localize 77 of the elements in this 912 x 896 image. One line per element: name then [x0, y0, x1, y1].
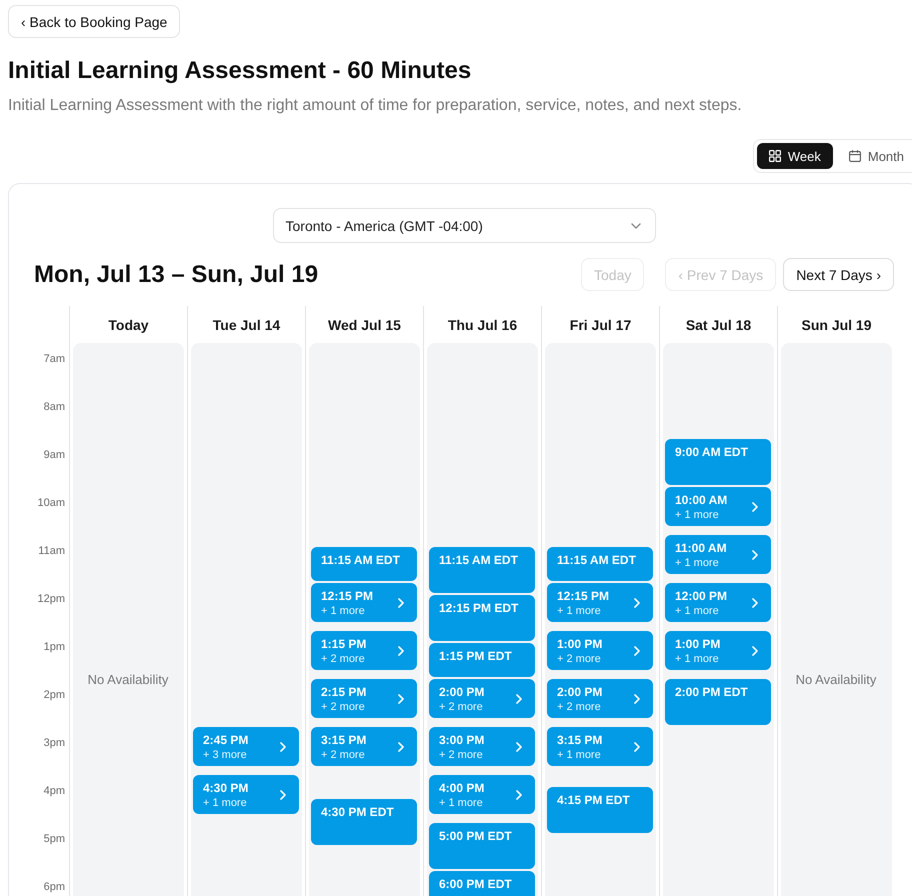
- grid-icon: [768, 150, 781, 162]
- chevron-right-icon: [516, 742, 522, 752]
- time-label: 7am: [44, 353, 65, 365]
- time-slot-button[interactable]: 2:00 PM + 2 more: [547, 679, 653, 718]
- time-slot-button[interactable]: 12:15 PM + 1 more: [547, 583, 653, 622]
- day-header: Sat Jul 18: [686, 316, 752, 332]
- page-title: Initial Learning Assessment - 60 Minutes: [8, 56, 472, 86]
- time-slot-button[interactable]: 6:00 PM EDT: [429, 871, 535, 896]
- nav-button[interactable]: Next 7 Days ›: [783, 258, 894, 291]
- time-slot-button[interactable]: 4:30 PM + 1 more: [193, 775, 299, 814]
- timezone-select[interactable]: Toronto - America (GMT -04:00): [272, 208, 656, 243]
- time-slot-button[interactable]: 2:45 PM + 3 more: [193, 727, 299, 766]
- view-tab[interactable]: Week: [756, 143, 833, 169]
- day-header: Fri Jul 17: [570, 316, 632, 332]
- chevron-right-icon: [516, 790, 522, 800]
- time-slot-button[interactable]: 10:00 AM + 1 more: [665, 487, 771, 526]
- time-slot-button[interactable]: 1:15 PM + 2 more: [311, 631, 417, 670]
- chevron-right-icon: [398, 646, 404, 656]
- time-slot-button[interactable]: 3:15 PM + 1 more: [547, 727, 653, 766]
- time-slot-button[interactable]: 11:15 AM EDT: [547, 547, 653, 581]
- time-label: 12pm: [37, 593, 65, 605]
- time-slot-button[interactable]: 11:15 AM EDT: [429, 547, 535, 593]
- time-label: 11am: [38, 545, 65, 557]
- chevron-right-icon: [280, 742, 286, 752]
- back-button[interactable]: ‹ Back to Booking Page: [8, 5, 180, 38]
- day-header: Today: [108, 316, 149, 332]
- time-slot-button[interactable]: 11:00 AM + 1 more: [665, 535, 771, 574]
- no-availability-text: No Availability: [796, 672, 876, 686]
- chevron-right-icon: [398, 742, 404, 752]
- time-slot-button[interactable]: 2:00 PM EDT: [665, 679, 771, 725]
- time-slot-button[interactable]: 2:15 PM + 2 more: [311, 679, 417, 718]
- chevron-right-icon: [752, 550, 758, 560]
- chevron-right-icon: [634, 598, 640, 608]
- time-slot-button[interactable]: 3:15 PM + 2 more: [311, 727, 417, 766]
- chevron-right-icon: [398, 694, 404, 704]
- time-slot-button[interactable]: 12:15 PM EDT: [429, 595, 535, 641]
- chevron-right-icon: [280, 790, 286, 800]
- time-label: 1pm: [44, 641, 65, 653]
- time-slot-button[interactable]: 1:00 PM + 1 more: [665, 631, 771, 670]
- time-slot-button[interactable]: 11:15 AM EDT: [311, 547, 417, 581]
- chevron-right-icon: [516, 694, 522, 704]
- chevron-right-icon: [398, 598, 404, 608]
- chevron-right-icon: [752, 598, 758, 608]
- chevron-right-icon: [752, 646, 758, 656]
- day-header: Wed Jul 15: [328, 316, 401, 332]
- time-slot-button[interactable]: 1:00 PM + 2 more: [547, 631, 653, 670]
- time-label: 8am: [44, 401, 65, 413]
- time-slot-button[interactable]: 9:00 AM EDT: [665, 439, 771, 485]
- day-header: Thu Jul 16: [448, 316, 518, 332]
- time-slot-button[interactable]: 2:00 PM + 2 more: [429, 679, 535, 718]
- chevron-right-icon: [634, 646, 640, 656]
- calendar-icon: [848, 150, 861, 162]
- time-label: 2pm: [44, 689, 65, 701]
- time-slot-button[interactable]: 1:15 PM EDT: [429, 643, 535, 677]
- view-tab[interactable]: Month: [836, 143, 912, 169]
- time-slot-button[interactable]: 12:00 PM + 1 more: [665, 583, 771, 622]
- time-slot-button[interactable]: 5:00 PM EDT: [429, 823, 535, 869]
- page-description: Initial Learning Assessment with the right amount of time for preparation, service, notes, and next steps.: [8, 96, 743, 116]
- time-slot-button[interactable]: 3:00 PM + 2 more: [429, 727, 535, 766]
- time-label: 10am: [37, 497, 65, 509]
- time-slot-button[interactable]: 12:15 PM + 1 more: [311, 583, 417, 622]
- chevron-right-icon: [634, 742, 640, 752]
- time-slot-button[interactable]: 4:00 PM + 1 more: [429, 775, 535, 814]
- time-label: 9am: [44, 449, 65, 461]
- time-slot-button[interactable]: 4:30 PM EDT: [311, 799, 417, 845]
- time-label: 3pm: [44, 737, 65, 749]
- time-label: 6pm: [44, 881, 65, 893]
- chevron-down-icon: [630, 222, 640, 228]
- time-label: 4pm: [44, 785, 65, 797]
- chevron-right-icon: [634, 694, 640, 704]
- time-slot-button[interactable]: 4:15 PM EDT: [547, 787, 653, 833]
- time-label: 5pm: [44, 833, 65, 845]
- no-availability-text: No Availability: [88, 672, 168, 686]
- day-header: Sun Jul 19: [801, 316, 872, 332]
- chevron-right-icon: [752, 502, 758, 512]
- date-range-heading: Mon, Jul 13 – Sun, Jul 19: [34, 260, 318, 290]
- day-header: Tue Jul 14: [212, 316, 280, 332]
